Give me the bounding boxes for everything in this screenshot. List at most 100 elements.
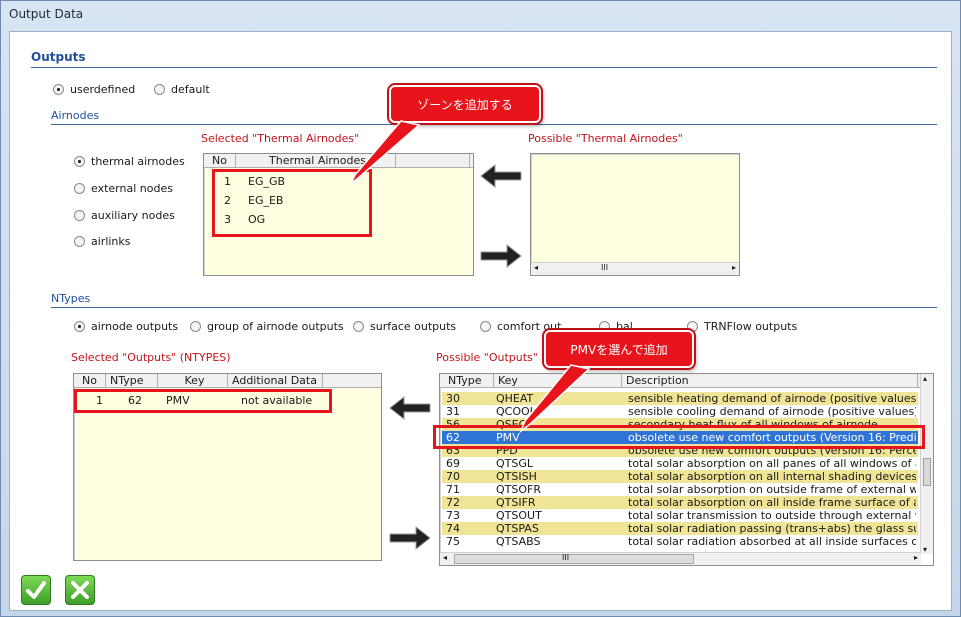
possible-output-cell-description: total solar radiation absorbed at all in… (628, 535, 916, 548)
possible-output-cell-description: sensible heating demand of airnode (posi… (628, 392, 916, 405)
radio-external-nodes[interactable]: external nodes (74, 182, 173, 195)
selected-airnodes-label: Selected "Thermal Airnodes" (201, 132, 360, 145)
scroll-left-icon[interactable]: ◂ (534, 263, 538, 272)
radio-dot (53, 84, 64, 95)
scroll-right-icon[interactable]: ▸ (732, 263, 736, 272)
radio-dot (480, 321, 491, 332)
scroll-down-icon[interactable]: ▾ (923, 545, 927, 554)
callout-select-pmv-pointer-icon (519, 364, 591, 434)
radio-label: auxiliary nodes (91, 209, 175, 222)
possible-output-row[interactable]: 71 QTSOFR total solar absorption on outsid… (442, 483, 918, 496)
radio-label: airnode outputs (91, 320, 179, 333)
possible-output-cell-key: QTSGL (496, 457, 534, 470)
radio-label: default (171, 83, 210, 96)
radio-group-airnode-outputs[interactable]: group of airnode outputs (190, 320, 344, 333)
airnodes-divider (51, 124, 937, 125)
scroll-grip-icon[interactable]: III (562, 553, 569, 562)
radio-surface-outputs[interactable]: surface outputs (353, 320, 456, 333)
column-header-no[interactable]: No (78, 374, 106, 388)
callout-add-zone: ゾーンを追加する (389, 85, 541, 123)
column-header-description[interactable]: Description (622, 374, 918, 388)
remove-airnode-arrow-icon[interactable] (479, 163, 523, 189)
scroll-grip-icon[interactable]: III (601, 263, 608, 272)
radio-label: userdefined (70, 83, 136, 96)
radio-trnflow-outputs[interactable]: TRNFlow outputs (687, 320, 797, 333)
possible-output-cell-key: QTSOUT (496, 509, 542, 522)
checkmark-icon (26, 581, 46, 599)
possible-airnodes-label: Possible "Thermal Airnodes" (528, 132, 683, 145)
add-airnode-arrow-icon[interactable] (479, 243, 523, 269)
possible-output-row[interactable]: 73 QTSOUT total solar transmission to outs… (442, 509, 918, 522)
radio-userdefined[interactable]: userdefined (53, 83, 135, 96)
output-data-window: Output Data Outputs userdefined default … (0, 0, 961, 617)
possible-output-cell-description: total solar radiation passing (trans+abs… (628, 522, 916, 535)
radio-label: thermal airnodes (91, 155, 185, 168)
outputs-divider (31, 67, 937, 68)
outputs-section-title: Outputs (31, 50, 86, 64)
radio-auxiliary-nodes[interactable]: auxiliary nodes (74, 209, 175, 222)
radio-dot (74, 236, 85, 247)
possible-output-cell-description: sensible cooling demand of airnode (posi… (628, 405, 916, 418)
possible-output-cell-ntype: 73 (446, 509, 460, 522)
callout-add-zone-pointer-icon (349, 120, 421, 186)
ok-button[interactable] (21, 575, 51, 605)
possible-output-row[interactable]: 69 QTSGL total solar absorption on all pan… (442, 457, 918, 470)
scroll-left-icon[interactable]: ◂ (443, 553, 447, 562)
radio-label: external nodes (91, 182, 173, 195)
horizontal-scroll-thumb[interactable] (454, 554, 694, 564)
airnodes-section-title: Airnodes (51, 109, 100, 122)
horizontal-scrollbar[interactable]: ◂ III ▸ (531, 262, 739, 275)
radio-label: surface outputs (370, 320, 457, 333)
vertical-scroll-thumb[interactable] (923, 458, 931, 486)
possible-output-cell-description: total solar absorption on all internal s… (628, 470, 916, 483)
radio-dot (190, 321, 201, 332)
ntypes-divider (51, 307, 937, 308)
possible-output-cell-description: total solar absorption on outside frame … (628, 483, 916, 496)
selected-outputs-label: Selected "Outputs" (NTYPES) (71, 351, 231, 364)
possible-airnodes-list[interactable]: ◂ III ▸ (530, 153, 740, 276)
column-header-no[interactable]: No (208, 154, 236, 168)
radio-default[interactable]: default (154, 83, 210, 96)
possible-output-cell-description: total solar absorption on all panes of a… (628, 457, 916, 470)
possible-output-cell-ntype: 30 (446, 392, 460, 405)
possible-output-row[interactable]: 70 QTSISH total solar absorption on all in… (442, 470, 918, 483)
vertical-scrollbar[interactable]: ▴ ▾ (920, 374, 933, 554)
radio-label: TRNFlow outputs (704, 320, 798, 333)
radio-dot (74, 183, 85, 194)
possible-output-cell-key: QTSIFR (496, 496, 536, 509)
scroll-up-icon[interactable]: ▴ (923, 374, 927, 383)
radio-label: airlinks (91, 235, 131, 248)
possible-output-cell-ntype: 72 (446, 496, 460, 509)
possible-output-cell-description: total solar transmission to outside thro… (628, 509, 916, 522)
add-output-arrow-icon[interactable] (388, 525, 432, 551)
radio-dot (74, 210, 85, 221)
radio-dot (74, 156, 85, 167)
ntypes-section-title: NTypes (51, 292, 91, 305)
radio-airnode-outputs[interactable]: airnode outputs (74, 320, 178, 333)
possible-output-row[interactable]: 74 QTSPAS total solar radiation passing (t… (442, 522, 918, 535)
possible-output-cell-key: QTSISH (496, 470, 537, 483)
column-header-additional-data[interactable]: Additional Data (228, 374, 323, 388)
possible-output-cell-ntype: 71 (446, 483, 460, 496)
possible-output-cell-ntype: 69 (446, 457, 460, 470)
possible-output-row[interactable]: 75 QTSABS total solar radiation absorbed a… (442, 535, 918, 548)
cancel-button[interactable] (65, 575, 95, 605)
column-header-key[interactable]: Key (158, 374, 228, 388)
possible-output-cell-key: QTSOFR (496, 483, 541, 496)
radio-dot (74, 321, 85, 332)
possible-output-cell-key: QTSPAS (496, 522, 539, 535)
possible-output-row[interactable]: 72 QTSIFR total solar absorption on all in… (442, 496, 918, 509)
radio-dot (154, 84, 165, 95)
remove-output-arrow-icon[interactable] (388, 395, 432, 421)
radio-thermal-airnodes[interactable]: thermal airnodes (74, 155, 185, 168)
column-header-ntype[interactable]: NType (444, 374, 494, 388)
possible-output-cell-ntype: 75 (446, 535, 460, 548)
possible-output-cell-ntype: 31 (446, 405, 460, 418)
scroll-right-icon[interactable]: ▸ (914, 553, 918, 562)
possible-output-cell-description: total solar absorption on all inside fra… (628, 496, 916, 509)
column-header-ntype[interactable]: NType (106, 374, 158, 388)
close-icon (71, 581, 89, 599)
radio-airlinks[interactable]: airlinks (74, 235, 131, 248)
radio-label: group of airnode outputs (207, 320, 344, 333)
horizontal-scrollbar[interactable]: ◂ III ▸ (440, 552, 921, 565)
